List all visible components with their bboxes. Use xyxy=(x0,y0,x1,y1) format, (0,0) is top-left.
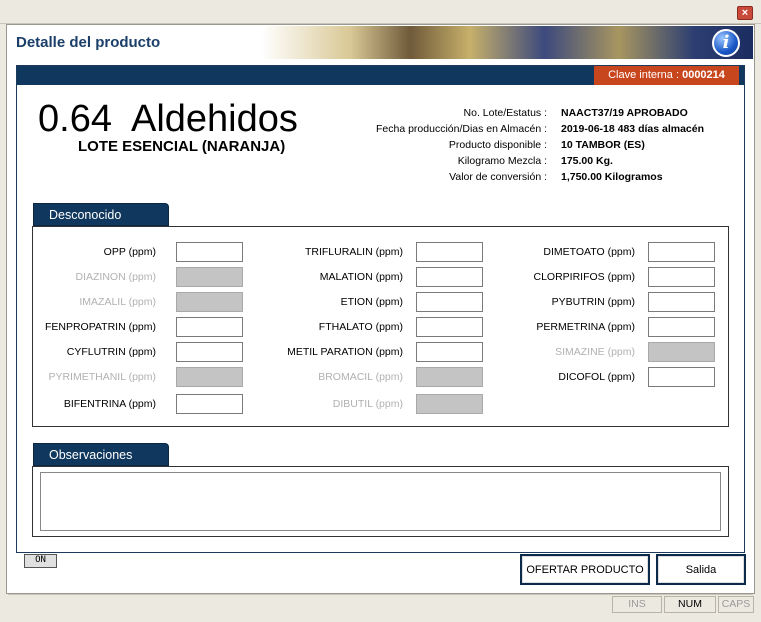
malation-input[interactable] xyxy=(416,267,483,287)
cyflutrin-input[interactable] xyxy=(176,342,243,362)
fthalato-label: FTHALATO (ppm) xyxy=(318,321,403,333)
status-ins: INS xyxy=(612,596,662,613)
dialog-title: Detalle del producto xyxy=(16,34,161,51)
dibutil-input xyxy=(416,394,483,414)
pyrimethanil-label: PYRIMETHANIL (ppm) xyxy=(48,371,156,383)
clave-label: Clave interna : xyxy=(608,69,680,81)
ofertar-producto-button[interactable]: OFERTAR PRODUCTO xyxy=(520,554,650,585)
status-num: NUM xyxy=(664,596,716,613)
trifluralin-input[interactable] xyxy=(416,242,483,262)
simazine-input xyxy=(648,342,715,362)
malation-label: MALATION (ppm) xyxy=(319,271,403,283)
opp-label: OPP (ppm) xyxy=(103,246,156,258)
metil-paration-label: METIL PARATION (ppm) xyxy=(287,346,403,358)
salida-button[interactable]: Salida xyxy=(656,554,746,585)
pybutrin-label: PYBUTRIN (ppm) xyxy=(551,296,635,308)
pybutrin-input[interactable] xyxy=(648,292,715,312)
imazalil-input xyxy=(176,292,243,312)
etion-label: ETION (ppm) xyxy=(340,296,403,308)
fenpropatrin-input[interactable] xyxy=(176,317,243,337)
permetrina-input[interactable] xyxy=(648,317,715,337)
metil-paration-input[interactable] xyxy=(416,342,483,362)
lote-label: No. Lote/Estatus : xyxy=(463,107,547,119)
etion-input[interactable] xyxy=(416,292,483,312)
dicofol-label: DICOFOL (ppm) xyxy=(558,371,635,383)
fecha-label: Fecha producción/Dias en Almacén : xyxy=(375,123,547,135)
fecha-value: 2019-06-18 483 días almacén xyxy=(561,123,705,135)
fthalato-input[interactable] xyxy=(416,317,483,337)
dicofol-input[interactable] xyxy=(648,367,715,387)
bromacil-input xyxy=(416,367,483,387)
clorpirifos-input[interactable] xyxy=(648,267,715,287)
fenpropatrin-label: FENPROPATRIN (ppm) xyxy=(44,321,156,333)
simazine-label: SIMAZINE (ppm) xyxy=(555,346,635,358)
kilogramo-value: 175.00 Kg. xyxy=(561,155,613,167)
dimetoato-input[interactable] xyxy=(648,242,715,262)
conversion-value: 1,750.00 Kilogramos xyxy=(561,171,663,183)
status-caps: CAPS xyxy=(718,596,754,613)
product-subtitle: LOTE ESENCIAL (NARANJA) xyxy=(78,138,286,155)
bromacil-label: BROMACIL (ppm) xyxy=(318,371,403,383)
clave-interna-badge: Clave interna : 0000214 xyxy=(594,66,739,85)
imazalil-label: IMAZALIL (ppm) xyxy=(79,296,156,308)
kilogramo-label: Kilogramo Mezcla : xyxy=(457,155,547,167)
opp-input[interactable] xyxy=(176,242,243,262)
trifluralin-label: TRIFLURALIN (ppm) xyxy=(304,246,403,258)
product-name: 0.64 Aldehidos xyxy=(38,98,298,140)
bifentrina-input[interactable] xyxy=(176,394,243,414)
conversion-label: Valor de conversión : xyxy=(449,171,547,183)
tab-desconocido: Desconocido xyxy=(33,203,169,226)
bifentrina-label: BIFENTRINA (ppm) xyxy=(63,398,156,410)
toggle-button[interactable]: ON xyxy=(24,554,57,568)
permetrina-label: PERMETRINA (ppm) xyxy=(536,321,635,333)
dibutil-label: DIBUTIL (ppm) xyxy=(332,398,403,410)
lote-value: NAACT37/19 APROBADO xyxy=(561,107,688,119)
tab-observaciones: Observaciones xyxy=(33,443,169,466)
disponible-label: Producto disponible : xyxy=(448,139,547,151)
dimetoato-label: DIMETOATO (ppm) xyxy=(543,246,635,258)
info-icon[interactable]: i xyxy=(712,29,740,57)
diazinon-input xyxy=(176,267,243,287)
window-titlebar xyxy=(0,0,761,24)
observaciones-textarea[interactable] xyxy=(40,472,721,531)
cyflutrin-label: CYFLUTRIN (ppm) xyxy=(66,346,156,358)
pyrimethanil-input xyxy=(176,367,243,387)
clorpirifos-label: CLORPIRIFOS (ppm) xyxy=(533,271,635,283)
disponible-value: 10 TAMBOR (ES) xyxy=(561,139,645,151)
diazinon-label: DIAZINON (ppm) xyxy=(75,271,156,283)
close-button[interactable]: × xyxy=(737,6,753,20)
clave-value: 0000214 xyxy=(682,69,725,81)
